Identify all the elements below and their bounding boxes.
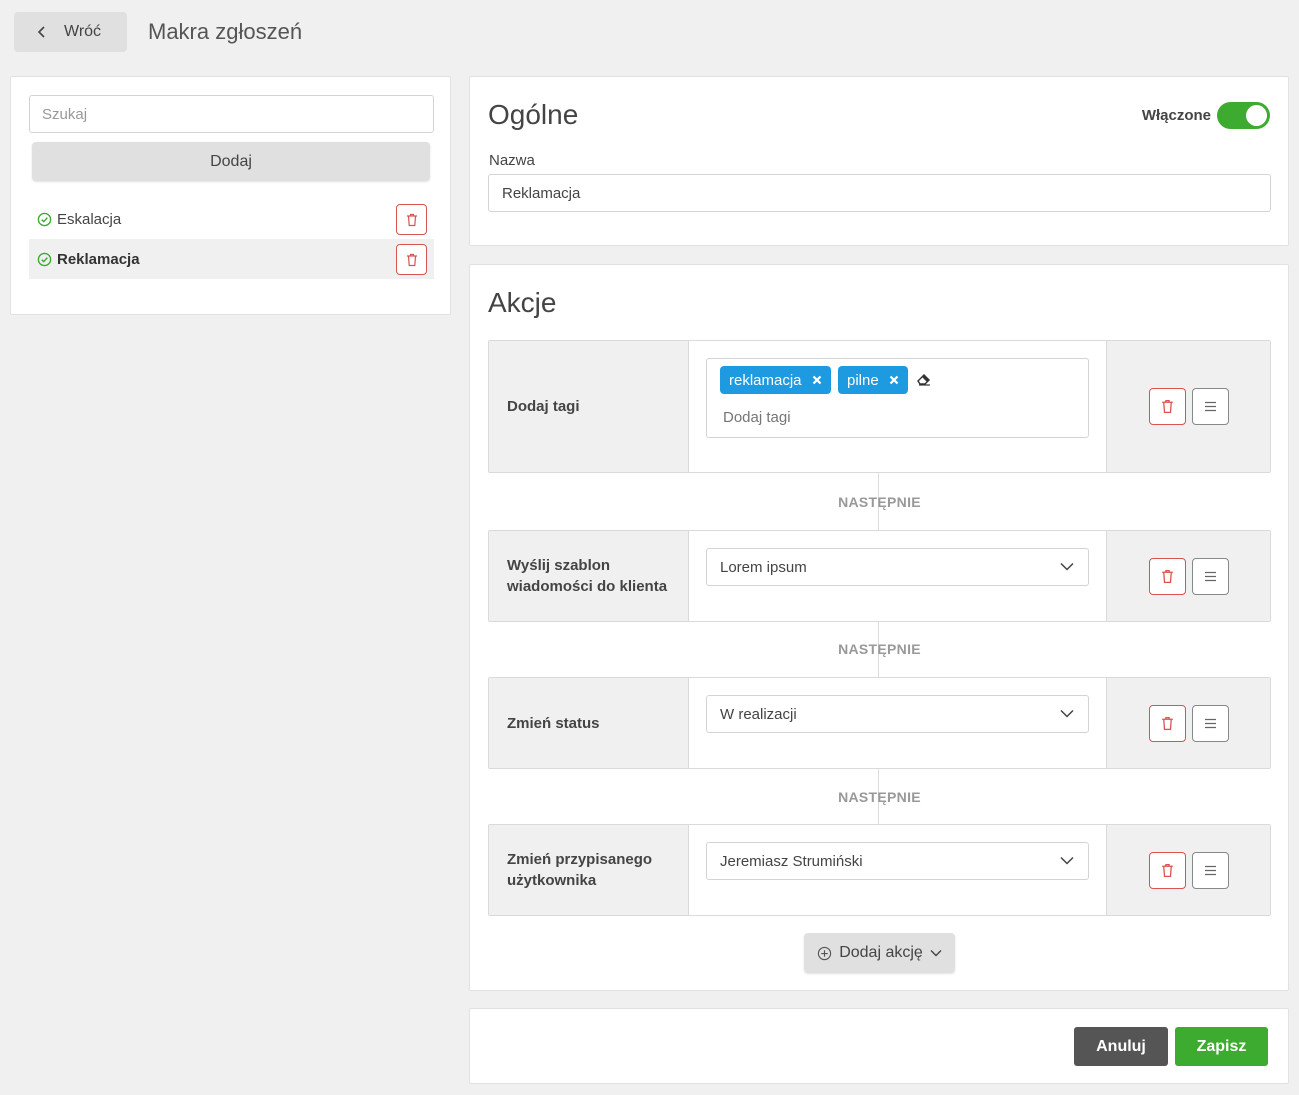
remove-tag-icon[interactable] [889, 375, 899, 385]
delete-macro-button[interactable] [396, 204, 427, 235]
select-value: Jeremiasz Strumiński [720, 852, 863, 870]
remove-tag-icon[interactable] [812, 375, 822, 385]
action-buttons [1107, 678, 1270, 768]
assignee-select[interactable]: Jeremiasz Strumiński [706, 842, 1089, 880]
drag-handle-button[interactable] [1191, 388, 1229, 425]
back-button[interactable]: Wróć [14, 12, 127, 52]
footer-panel: Anuluj Zapisz [469, 1008, 1289, 1084]
save-button[interactable]: Zapisz [1175, 1027, 1268, 1066]
action-label: Dodaj tagi [489, 341, 688, 472]
drag-handle-button[interactable] [1191, 851, 1229, 889]
menu-icon [1204, 718, 1216, 728]
actions-title: Akcje [488, 287, 557, 318]
tag-chip: pilne [838, 366, 908, 394]
delete-macro-button[interactable] [396, 244, 427, 275]
top-bar: Wróć Makra zgłoszeń [14, 12, 302, 52]
select-value: Lorem ipsum [720, 558, 807, 576]
delete-action-button[interactable] [1148, 851, 1186, 889]
action-buttons [1107, 531, 1270, 621]
name-field-label: Nazwa [489, 152, 535, 169]
trash-icon [406, 213, 417, 226]
tag-chip: reklamacja [720, 366, 831, 394]
check-circle-icon [37, 252, 52, 266]
macro-item-label: Reklamacja [57, 250, 140, 268]
action-label: Zmień przypisanego użytkownika [489, 825, 688, 915]
next-step-label: NASTĘPNIE [838, 789, 921, 805]
chevron-down-icon [1060, 856, 1074, 865]
trash-icon [1161, 863, 1173, 877]
status-select[interactable]: W realizacji [706, 695, 1089, 733]
action-buttons [1107, 341, 1270, 472]
check-circle-icon [37, 212, 52, 226]
action-buttons [1107, 825, 1270, 915]
trash-icon [1161, 716, 1173, 730]
enabled-toggle-group: Włączone [1142, 102, 1270, 129]
tags-input-box[interactable]: reklamacja pilne [706, 358, 1089, 438]
macro-item-label: Eskalacja [57, 210, 122, 228]
chevron-down-icon [1060, 562, 1074, 571]
action-body: W realizacji [688, 678, 1107, 768]
macro-item-eskalacja[interactable]: Eskalacja [29, 199, 434, 239]
macro-item-reklamacja[interactable]: Reklamacja [29, 239, 434, 279]
next-step-label: NASTĘPNIE [838, 641, 921, 657]
template-select[interactable]: Lorem ipsum [706, 548, 1089, 586]
general-panel: Ogólne Włączone Nazwa [469, 76, 1289, 246]
action-label: Wyślij szablon wiadomości do klienta [489, 531, 688, 621]
next-step-label: NASTĘPNIE [838, 494, 921, 510]
add-tag-input[interactable] [723, 409, 1023, 426]
enabled-toggle[interactable] [1217, 102, 1270, 129]
action-row-send-template: Wyślij szablon wiadomości do klienta Lor… [488, 530, 1271, 622]
select-value: W realizacji [720, 705, 797, 723]
action-label: Zmień status [489, 678, 688, 768]
chevron-left-icon [37, 26, 45, 38]
chevron-down-icon [930, 950, 942, 957]
back-button-label: Wróć [64, 23, 102, 40]
eraser-icon[interactable] [916, 372, 932, 386]
action-row-add-tags: Dodaj tagi reklamacja pilne [488, 340, 1271, 473]
trash-icon [1161, 399, 1173, 414]
delete-action-button[interactable] [1148, 557, 1186, 595]
drag-handle-button[interactable] [1191, 557, 1229, 595]
trash-icon [1161, 569, 1173, 583]
plus-circle-icon [818, 946, 832, 960]
general-title: Ogólne [488, 99, 579, 130]
action-row-change-status: Zmień status W realizacji [488, 677, 1271, 769]
name-field[interactable] [488, 174, 1271, 212]
add-action-label: Dodaj akcję [839, 944, 923, 961]
action-body: reklamacja pilne [688, 341, 1107, 472]
action-body: Jeremiasz Strumiński [688, 825, 1107, 915]
page-title: Makra zgłoszeń [148, 19, 303, 44]
trash-icon [406, 253, 417, 266]
delete-action-button[interactable] [1148, 388, 1186, 425]
cancel-button[interactable]: Anuluj [1074, 1027, 1168, 1066]
actions-panel: Akcje Dodaj tagi reklamacja pilne Dodaj … [469, 264, 1289, 991]
menu-icon [1204, 401, 1216, 412]
add-action-button[interactable]: Dodaj akcję [804, 933, 955, 973]
tag-label: pilne [847, 371, 879, 389]
enabled-toggle-label: Włączone [1141, 107, 1211, 124]
tag-label: reklamacja [729, 371, 802, 389]
add-macro-button[interactable]: Dodaj [32, 142, 430, 181]
chevron-down-icon [1060, 709, 1074, 718]
drag-handle-button[interactable] [1191, 704, 1229, 742]
menu-icon [1204, 571, 1216, 581]
search-input[interactable] [29, 95, 434, 133]
action-body: Lorem ipsum [688, 531, 1107, 621]
delete-action-button[interactable] [1148, 704, 1186, 742]
macro-list-panel: Dodaj Eskalacja Reklamacja [10, 76, 451, 315]
menu-icon [1204, 865, 1216, 875]
action-row-change-assignee: Zmień przypisanego użytkownika Jeremiasz… [488, 824, 1271, 916]
